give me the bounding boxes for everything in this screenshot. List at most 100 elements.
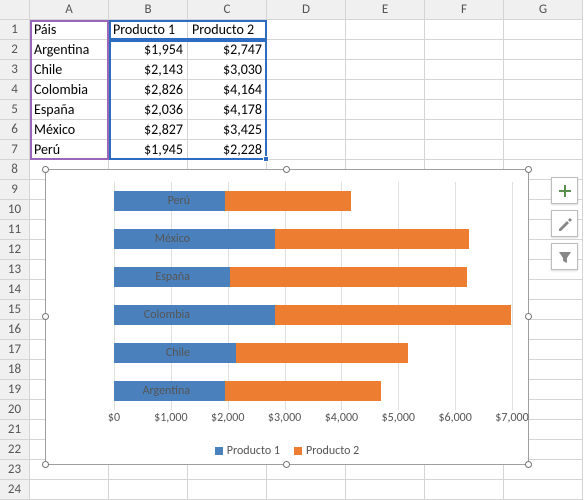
cell-G3[interactable] — [504, 60, 583, 80]
cell-G6[interactable] — [504, 120, 583, 140]
row-header-6[interactable]: 6 — [0, 120, 30, 140]
row-header-3[interactable]: 3 — [0, 60, 30, 80]
cell-D4[interactable] — [267, 80, 346, 100]
column-header-A[interactable]: A — [30, 0, 109, 20]
cell-A4[interactable]: Colombia — [30, 80, 109, 100]
row-header-22[interactable]: 22 — [0, 440, 30, 460]
cell-G2[interactable] — [504, 40, 583, 60]
cell-A1[interactable]: Páis — [30, 20, 109, 40]
cell-A2[interactable]: Argentina — [30, 40, 109, 60]
cell-C5[interactable]: $4,178 — [188, 100, 267, 120]
cell-F6[interactable] — [425, 120, 504, 140]
chart-handle[interactable] — [525, 461, 532, 468]
cell-E6[interactable] — [346, 120, 425, 140]
row-header-17[interactable]: 17 — [0, 340, 30, 360]
cell-B3[interactable]: $2,143 — [109, 60, 188, 80]
cell-A5[interactable]: España — [30, 100, 109, 120]
cell-B7[interactable]: $1,945 — [109, 140, 188, 160]
row-header-14[interactable]: 14 — [0, 280, 30, 300]
chart-handle[interactable] — [525, 313, 532, 320]
cell-G7[interactable] — [504, 140, 583, 160]
row-header-18[interactable]: 18 — [0, 360, 30, 380]
row-header-2[interactable]: 2 — [0, 40, 30, 60]
row-header-19[interactable]: 19 — [0, 380, 30, 400]
cell-C3[interactable]: $3,030 — [188, 60, 267, 80]
cell-D1[interactable] — [267, 20, 346, 40]
cell-C1[interactable]: Producto 2 — [188, 20, 267, 40]
cell-D2[interactable] — [267, 40, 346, 60]
cell-E5[interactable] — [346, 100, 425, 120]
cell-F1[interactable] — [425, 20, 504, 40]
cell-E3[interactable] — [346, 60, 425, 80]
row-header-1[interactable]: 1 — [0, 20, 30, 40]
chart-handle[interactable] — [283, 166, 290, 173]
cell-B24[interactable] — [109, 480, 188, 500]
row-header-8[interactable]: 8 — [0, 160, 30, 180]
row-header-24[interactable]: 24 — [0, 480, 30, 500]
chart-handle[interactable] — [42, 461, 49, 468]
cell-C24[interactable] — [188, 480, 267, 500]
cell-D3[interactable] — [267, 60, 346, 80]
cell-G5[interactable] — [504, 100, 583, 120]
cell-A7[interactable]: Perú — [30, 140, 109, 160]
row-header-7[interactable]: 7 — [0, 140, 30, 160]
row-header-11[interactable]: 11 — [0, 220, 30, 240]
cell-F4[interactable] — [425, 80, 504, 100]
cell-F24[interactable] — [425, 480, 504, 500]
chart-handle[interactable] — [283, 461, 290, 468]
chart-object[interactable]: $0$1,000$2,000$3,000$4,000$5,000$6,000$7… — [45, 169, 529, 465]
row-header-20[interactable]: 20 — [0, 400, 30, 420]
cell-A3[interactable]: Chile — [30, 60, 109, 80]
cell-G1[interactable] — [504, 20, 583, 40]
column-header-C[interactable]: C — [188, 0, 267, 20]
cell-D24[interactable] — [267, 480, 346, 500]
column-header-G[interactable]: G — [504, 0, 583, 20]
cell-B4[interactable]: $2,826 — [109, 80, 188, 100]
cell-C2[interactable]: $2,747 — [188, 40, 267, 60]
cell-E1[interactable] — [346, 20, 425, 40]
cell-C7[interactable]: $2,228 — [188, 140, 267, 160]
cell-F3[interactable] — [425, 60, 504, 80]
select-all-corner[interactable] — [0, 0, 30, 20]
cell-E2[interactable] — [346, 40, 425, 60]
cell-C6[interactable]: $3,425 — [188, 120, 267, 140]
cell-B1[interactable]: Producto 1 — [109, 20, 188, 40]
row-header-13[interactable]: 13 — [0, 260, 30, 280]
cell-D5[interactable] — [267, 100, 346, 120]
cell-F5[interactable] — [425, 100, 504, 120]
row-header-4[interactable]: 4 — [0, 80, 30, 100]
chart-filter-button[interactable] — [551, 243, 578, 270]
chart-handle[interactable] — [42, 166, 49, 173]
cell-D7[interactable] — [267, 140, 346, 160]
cell-B2[interactable]: $1,954 — [109, 40, 188, 60]
column-header-F[interactable]: F — [425, 0, 504, 20]
row-header-10[interactable]: 10 — [0, 200, 30, 220]
fill-handle[interactable] — [263, 156, 269, 162]
row-header-5[interactable]: 5 — [0, 100, 30, 120]
cell-F2[interactable] — [425, 40, 504, 60]
column-header-B[interactable]: B — [109, 0, 188, 20]
row-header-23[interactable]: 23 — [0, 460, 30, 480]
column-header-D[interactable]: D — [267, 0, 346, 20]
cell-F7[interactable] — [425, 140, 504, 160]
cell-E7[interactable] — [346, 140, 425, 160]
chart-handle[interactable] — [525, 166, 532, 173]
chart-styles-button[interactable] — [551, 210, 578, 237]
row-header-12[interactable]: 12 — [0, 240, 30, 260]
cell-C4[interactable]: $4,164 — [188, 80, 267, 100]
cell-B5[interactable]: $2,036 — [109, 100, 188, 120]
cell-A24[interactable] — [30, 480, 109, 500]
row-header-15[interactable]: 15 — [0, 300, 30, 320]
cell-A6[interactable]: México — [30, 120, 109, 140]
cell-G24[interactable] — [504, 480, 583, 500]
chart-elements-button[interactable] — [551, 177, 578, 204]
row-header-9[interactable]: 9 — [0, 180, 30, 200]
cell-B6[interactable]: $2,827 — [109, 120, 188, 140]
column-header-E[interactable]: E — [346, 0, 425, 20]
cell-E24[interactable] — [346, 480, 425, 500]
chart-handle[interactable] — [42, 313, 49, 320]
row-header-16[interactable]: 16 — [0, 320, 30, 340]
cell-D6[interactable] — [267, 120, 346, 140]
row-header-21[interactable]: 21 — [0, 420, 30, 440]
cell-G4[interactable] — [504, 80, 583, 100]
